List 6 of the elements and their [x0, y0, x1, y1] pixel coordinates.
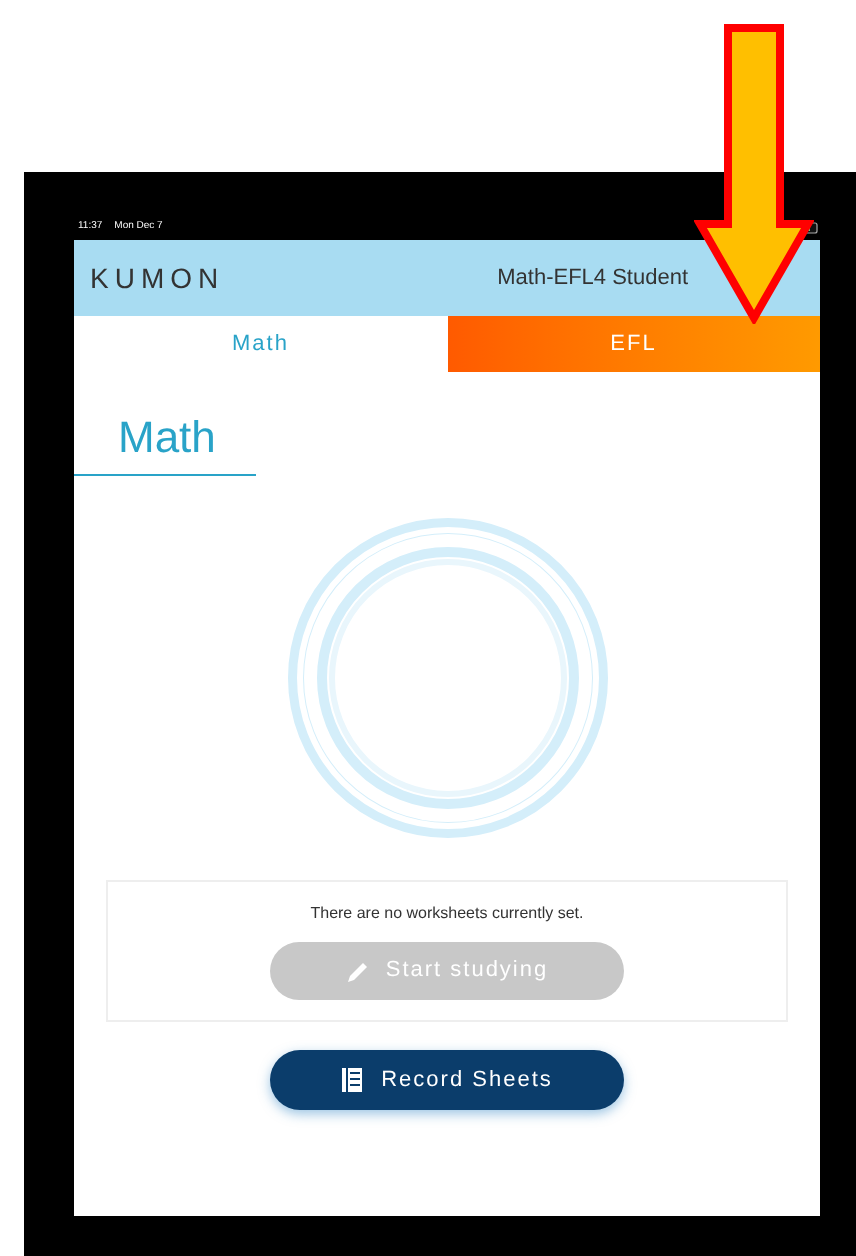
kumon-logo: KUMON: [90, 259, 225, 297]
no-worksheets-message: There are no worksheets currently set.: [310, 902, 584, 926]
record-sheets-button[interactable]: Record Sheets: [270, 1050, 624, 1110]
subject-tab[interactable]: EFL: [447, 316, 820, 372]
student-name: Math-EFL4 Student: [497, 263, 688, 294]
subject-title: Math: [74, 404, 256, 476]
